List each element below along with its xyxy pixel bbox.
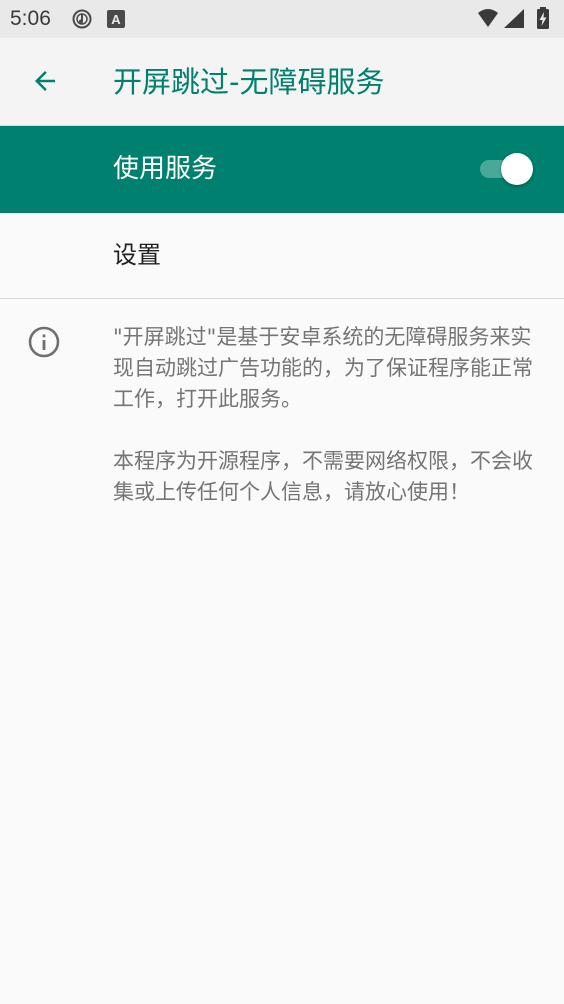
status-time: 5:06 — [10, 7, 51, 30]
info-paragraph-2: 本程序为开源程序，不需要网络权限，不会收集或上传任何个人信息，请放心使用！ — [113, 449, 533, 504]
app-bar: 开屏跳过-无障碍服务 — [0, 38, 564, 126]
battery-charging-icon — [537, 7, 549, 29]
page-title: 开屏跳过-无障碍服务 — [113, 65, 385, 99]
info-icon — [28, 326, 60, 358]
use-service-switch[interactable] — [480, 152, 536, 186]
svg-text:A: A — [111, 12, 121, 27]
arrow-back-icon — [35, 71, 55, 91]
back-button[interactable] — [22, 58, 68, 104]
use-service-label: 使用服务 — [113, 154, 218, 184]
settings-label: 设置 — [113, 241, 161, 269]
signal-icon — [504, 9, 524, 28]
use-service-row[interactable]: 使用服务 — [0, 126, 564, 213]
status-bar: 5:06 A — [0, 0, 564, 38]
wifi-icon — [478, 9, 498, 27]
info-paragraph-1: "开屏跳过"是基于安卓系统的无障碍服务来实现自动跳过广告功能的，为了保证程序能正… — [113, 325, 533, 411]
media-icon — [72, 9, 92, 29]
settings-row[interactable]: 设置 — [0, 213, 564, 299]
a-icon: A — [107, 10, 125, 28]
switch-thumb — [501, 153, 533, 185]
status-right-icons — [478, 7, 549, 29]
